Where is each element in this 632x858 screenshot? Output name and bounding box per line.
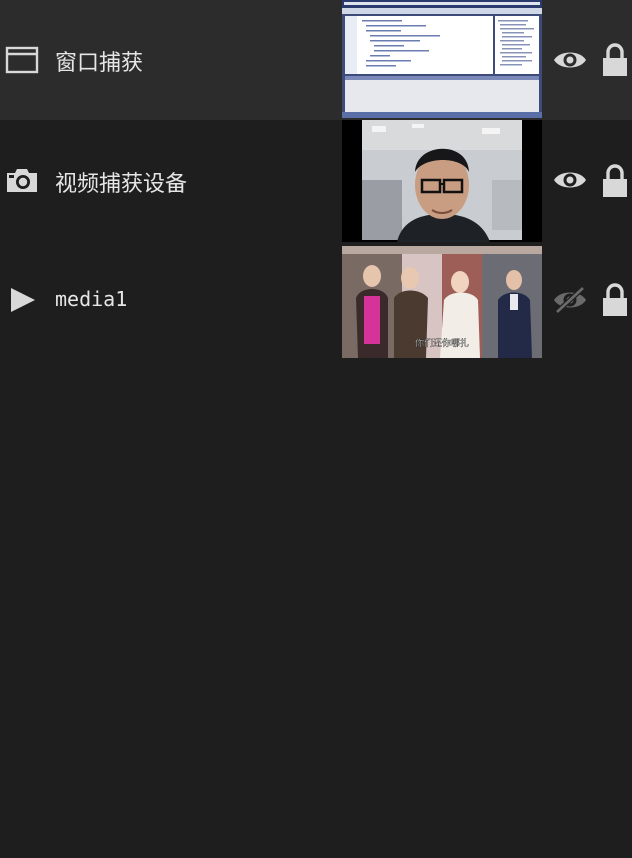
source-thumbnail-video: 你们还你哪扎 — [342, 246, 542, 358]
lock-icon[interactable] — [600, 163, 630, 199]
source-row-video-capture[interactable]: 视频捕获设备 — [0, 120, 632, 242]
video-subtitle: 你们还你哪扎 — [415, 337, 469, 349]
eye-slash-icon[interactable] — [552, 286, 588, 314]
source-name: 窗口捕获 — [55, 51, 144, 76]
source-thumbnail-webcam — [342, 120, 542, 242]
play-icon — [11, 288, 35, 312]
source-name: 视频捕获设备 — [55, 172, 188, 197]
eye-icon[interactable] — [552, 166, 588, 194]
lock-icon[interactable] — [600, 42, 630, 78]
source-name: media1 — [55, 287, 128, 311]
source-row-media1[interactable]: media1 你们还你哪扎 — [0, 242, 632, 360]
source-list: 窗口捕获 视频捕获设备 media1 你们还你哪扎 — [0, 0, 632, 858]
eye-icon[interactable] — [552, 46, 588, 74]
lock-icon[interactable] — [600, 282, 630, 318]
camera-icon — [7, 169, 37, 192]
source-thumbnail-ide-window — [342, 0, 542, 118]
window-icon — [5, 46, 39, 74]
source-row-window-capture[interactable]: 窗口捕获 — [0, 0, 632, 120]
